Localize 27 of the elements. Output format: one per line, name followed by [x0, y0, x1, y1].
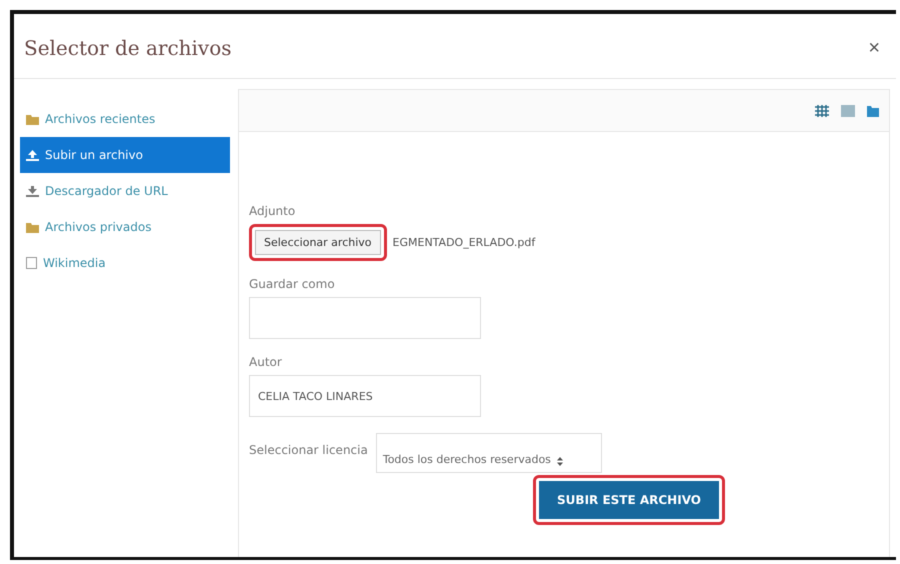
- input-field[interactable]: CELIA TACO LINARES: [249, 375, 481, 417]
- folder-icon: [867, 104, 879, 116]
- input-field[interactable]: [249, 297, 481, 339]
- upload-button[interactable]: SUBIR ESTE ARCHIVO: [539, 481, 719, 519]
- field-label: Autor: [249, 355, 282, 369]
- field-label: Guardar como: [249, 277, 335, 291]
- caret-icon: [556, 457, 563, 466]
- sidebar-item[interactable]: Archivos privados: [20, 209, 230, 245]
- folder-icon: [26, 222, 39, 232]
- upload-icon: [26, 150, 39, 160]
- dialog-title: Selector de archivos: [24, 36, 232, 60]
- sidebar-item[interactable]: Wikimedia: [20, 245, 230, 281]
- sidebar-item[interactable]: Subir un archivo: [20, 137, 230, 173]
- choose-file-button[interactable]: Seleccionar archivo: [255, 230, 381, 255]
- sidebar-item[interactable]: Archivos recientes: [20, 101, 230, 137]
- view-button[interactable]: [867, 104, 879, 116]
- field-label: Adjunto: [249, 204, 296, 218]
- field-label: Seleccionar licencia: [249, 443, 368, 457]
- file-name: EGMENTADO_ERLADO.pdf: [392, 236, 536, 249]
- grid-icon: [815, 104, 829, 116]
- page-icon: [26, 257, 37, 269]
- folder-icon: [26, 114, 39, 124]
- license-select[interactable]: Todos los derechos reservados: [376, 433, 602, 473]
- sidebar-item[interactable]: Descargador de URL: [20, 173, 230, 209]
- download-icon: [26, 186, 39, 196]
- close-button[interactable]: ×: [864, 36, 884, 60]
- view-button[interactable]: [815, 104, 829, 116]
